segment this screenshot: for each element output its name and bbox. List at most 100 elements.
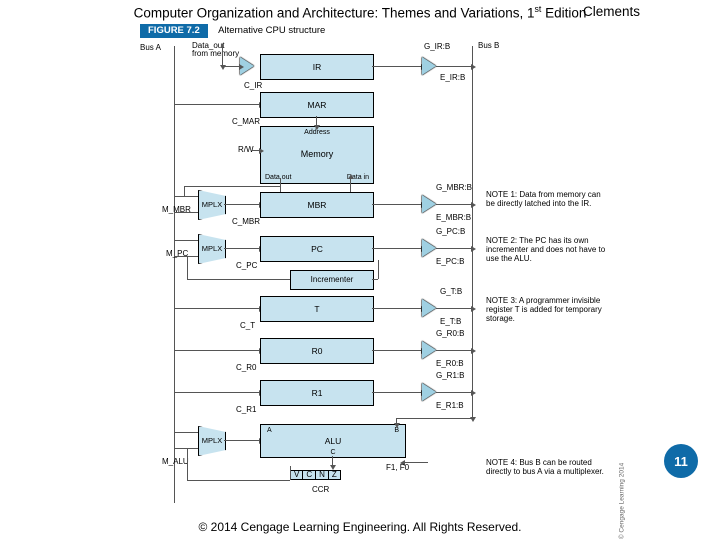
sig-gr1b: G_R1:B xyxy=(436,372,464,380)
note-1: NOTE 1: Data from memory can be directly… xyxy=(486,190,606,208)
alu-port-b: B xyxy=(394,427,399,434)
alu-label: ALU xyxy=(325,437,342,446)
mem-dout: Data out xyxy=(265,174,291,181)
bus-b-line xyxy=(472,46,473,411)
bus-b-label: Bus B xyxy=(478,42,499,50)
book-title-pre: Computer Organization and Architecture: … xyxy=(134,6,535,21)
ccr-v: V xyxy=(291,471,303,479)
block-mbr: MBR xyxy=(260,192,374,218)
block-incrementer: Incrementer xyxy=(290,270,374,290)
sig-girb: G_IR:B xyxy=(424,43,450,51)
note-3: NOTE 3: A programmer invisible register … xyxy=(486,296,606,324)
sig-ct: C_T xyxy=(240,322,255,330)
sig-mpc: M_PC xyxy=(166,250,188,258)
wire xyxy=(252,150,260,151)
wire xyxy=(372,350,422,351)
note-2: NOTE 2: The PC has its own incrementer a… xyxy=(486,236,606,264)
sig-eirb: E_IR:B xyxy=(440,74,465,82)
wire xyxy=(436,204,472,205)
mplx-mbr: MPLX xyxy=(198,190,226,220)
book-title-post: Edition xyxy=(541,6,586,21)
figure-title: Alternative CPU structure xyxy=(210,26,325,36)
wire xyxy=(174,432,198,433)
wire xyxy=(372,308,422,309)
wire xyxy=(222,44,223,66)
block-mar: MAR xyxy=(260,92,374,118)
sig-cmar: C_MAR xyxy=(232,118,260,126)
sig-epcb: E_PC:B xyxy=(436,258,464,266)
gate-ir-out xyxy=(422,57,436,75)
wire xyxy=(332,456,333,466)
wire xyxy=(174,392,260,393)
wire xyxy=(290,466,291,480)
book-title: Computer Organization and Architecture: … xyxy=(134,4,587,21)
wire xyxy=(184,186,280,187)
wire xyxy=(436,308,472,309)
mem-label: Memory xyxy=(301,150,334,159)
wire xyxy=(396,418,397,424)
wire xyxy=(174,350,260,351)
wire xyxy=(280,178,281,192)
bus-a-label: Bus A xyxy=(140,44,161,52)
sig-cr1: C_R1 xyxy=(236,406,256,414)
sig-etb: E_T:B xyxy=(440,318,461,326)
mplx-pc: MPLX xyxy=(198,234,226,264)
wire xyxy=(174,308,260,309)
wire xyxy=(372,392,422,393)
block-pc: PC xyxy=(260,236,374,262)
sig-f: F1, F0 xyxy=(386,464,409,472)
wire xyxy=(372,204,422,205)
wire xyxy=(436,66,472,67)
sig-er0b: E_R0:B xyxy=(436,360,464,368)
ccr-c: C xyxy=(303,471,316,479)
wire xyxy=(187,480,290,481)
ccr-label: CCR xyxy=(312,486,329,494)
sig-embrb: E_MBR:B xyxy=(436,214,471,222)
alu-port-c: C xyxy=(330,449,335,456)
gate-r1-out xyxy=(422,383,436,401)
sig-mmbr: M_MBR xyxy=(162,206,191,214)
wire xyxy=(184,186,185,196)
wire xyxy=(436,392,472,393)
author: Clements xyxy=(583,4,640,19)
bus-a-line xyxy=(174,46,175,503)
figure-caption-row: FIGURE 7.2 Alternative CPU structure xyxy=(140,24,620,38)
sig-gr0b: G_R0:B xyxy=(436,330,464,338)
wire xyxy=(224,204,260,205)
data-out-label: Data_out from memory xyxy=(192,42,239,59)
wire xyxy=(472,410,473,418)
wire xyxy=(224,248,260,249)
wire xyxy=(174,104,260,105)
wire xyxy=(224,440,260,441)
wire xyxy=(187,279,290,280)
block-ir: IR xyxy=(260,54,374,80)
wire xyxy=(372,66,422,67)
gate-pc-out xyxy=(422,239,436,257)
block-r1: R1 xyxy=(260,380,374,406)
gate-mbr-out xyxy=(422,195,436,213)
mplx-alu: MPLX xyxy=(198,426,226,456)
wire xyxy=(316,116,317,126)
wire xyxy=(174,240,198,241)
note-4: NOTE 4: Bus B can be routed directly to … xyxy=(486,458,606,476)
page-number: 11 xyxy=(664,444,698,478)
wire xyxy=(436,248,472,249)
wire xyxy=(436,350,472,351)
sig-cmbr: C_MBR xyxy=(232,218,260,226)
wire xyxy=(372,248,422,249)
block-memory: Address Memory Data out Data in xyxy=(260,126,374,184)
alu-port-a: A xyxy=(267,427,272,434)
sig-er1b: E_R1:B xyxy=(436,402,464,410)
sig-gtb: G_T:B xyxy=(440,288,462,296)
sig-gpcb: G_PC:B xyxy=(436,228,465,236)
block-alu: A ALU B C xyxy=(260,424,406,458)
slide: Computer Organization and Architecture: … xyxy=(0,0,720,540)
sig-cpc: C_PC xyxy=(236,262,257,270)
slide-header: Computer Organization and Architecture: … xyxy=(0,4,720,21)
wire xyxy=(372,279,378,280)
wire xyxy=(378,260,379,279)
gate-t-out xyxy=(422,299,436,317)
block-ccr: V C N Z xyxy=(290,470,341,480)
sig-cir: C_IR xyxy=(244,82,262,90)
figure-number: FIGURE 7.2 xyxy=(140,24,208,38)
